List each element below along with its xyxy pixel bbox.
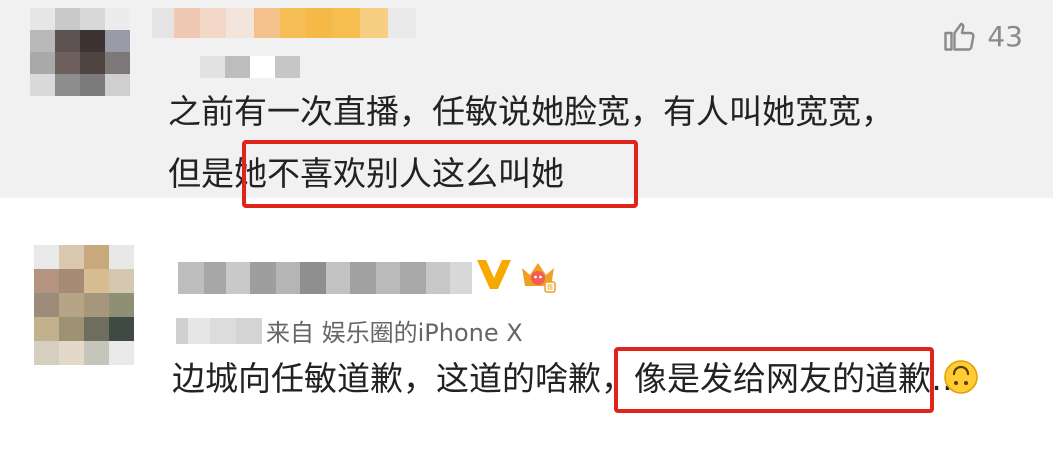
thumbs-up-outline-icon	[944, 22, 975, 51]
verified-v-icon[interactable]	[474, 256, 514, 292]
upside-down-face-emoji-icon	[944, 360, 978, 394]
highlight-box-2	[614, 347, 934, 413]
crown-membership-icon[interactable]	[519, 256, 557, 294]
like-button[interactable]: 43	[941, 18, 1023, 54]
comment-1-line-2-prefix: 但是	[168, 154, 234, 193]
username-pixelated-2[interactable]	[178, 262, 472, 294]
highlight-box-1	[242, 140, 638, 208]
comment-2-text-prefix: 边城向任敏道歉，这道的啥歉，	[172, 359, 634, 398]
comment-1-line-1: 之前有一次直播，任敏说她脸宽，有人叫她宽宽，	[168, 92, 894, 131]
like-count: 43	[987, 19, 1023, 53]
source-label: 来自 娱乐圈的iPhone X	[266, 319, 523, 347]
avatar-pixelated-2[interactable]	[34, 245, 134, 365]
source-prefix-pixelated	[176, 318, 262, 344]
username-pixelated[interactable]	[152, 8, 416, 38]
avatar-shadow-pixels	[200, 56, 300, 78]
avatar-pixelated[interactable]	[30, 8, 130, 96]
